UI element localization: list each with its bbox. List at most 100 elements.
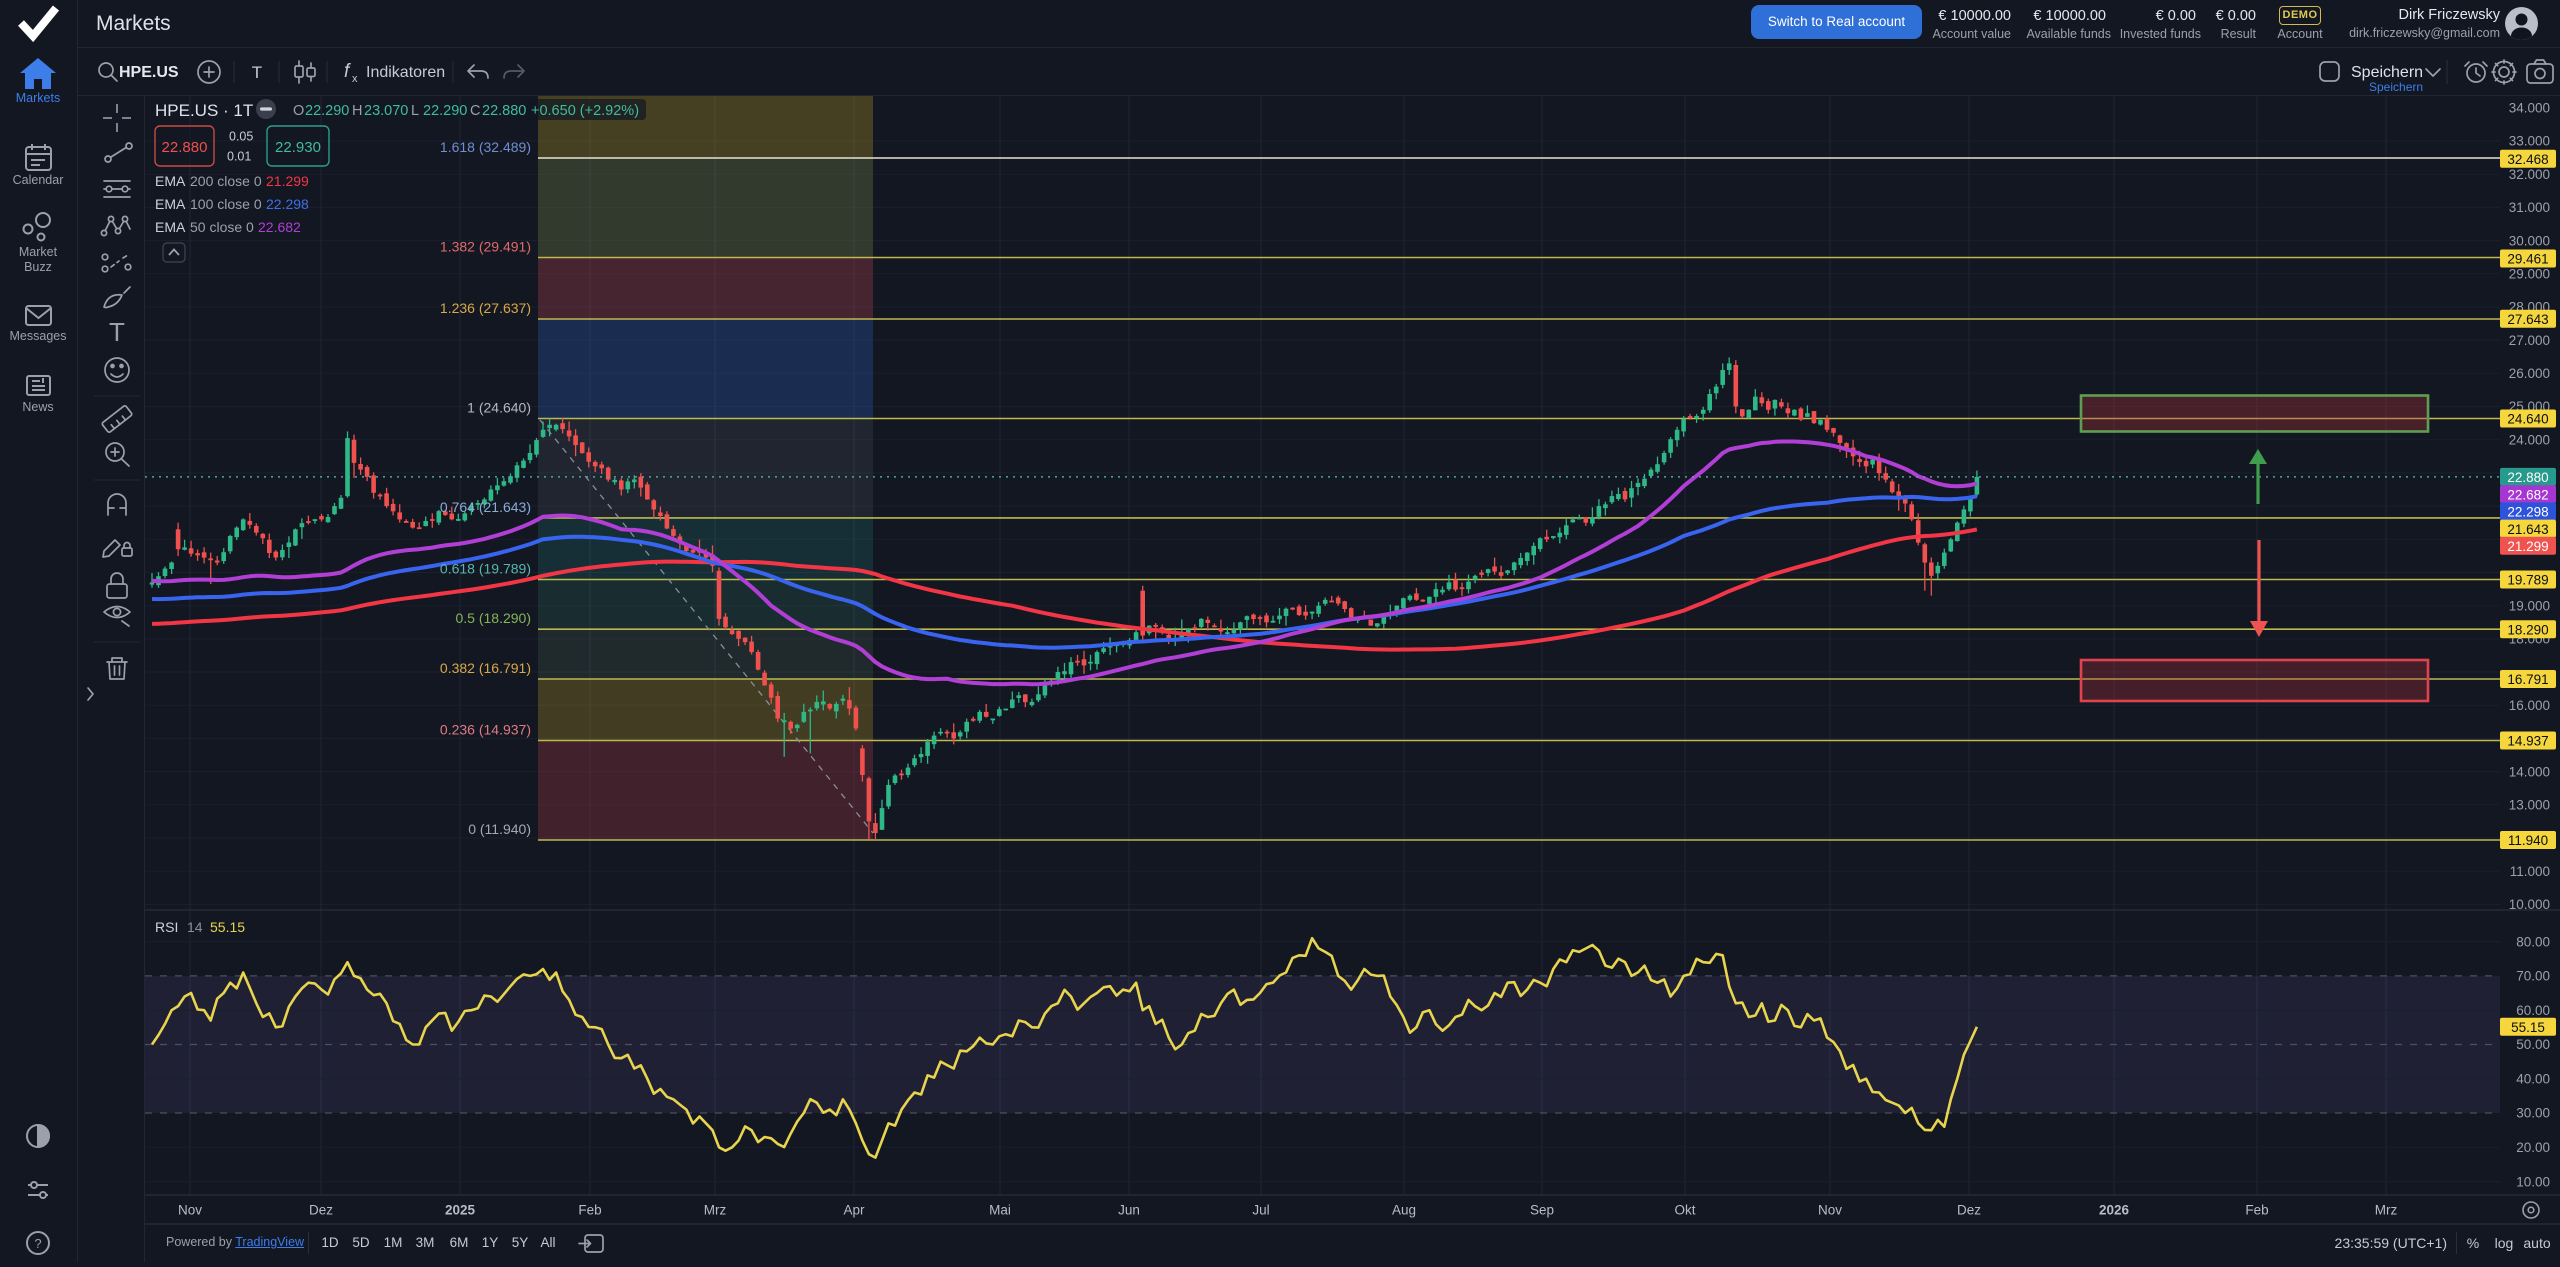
- svg-text:22.298: 22.298: [2507, 505, 2548, 520]
- svg-text:0 (11.940): 0 (11.940): [468, 821, 531, 837]
- svg-text:Markets: Markets: [16, 91, 60, 105]
- svg-text:Okt: Okt: [1674, 1203, 1695, 1218]
- svg-text:0.764 (21.643): 0.764 (21.643): [440, 499, 531, 515]
- svg-text:1.236 (27.637): 1.236 (27.637): [440, 300, 531, 316]
- svg-text:L: L: [411, 103, 419, 119]
- svg-text:16.000: 16.000: [2509, 698, 2550, 713]
- svg-text:Nov: Nov: [1818, 1203, 1842, 1218]
- svg-text:22.682: 22.682: [2507, 487, 2548, 502]
- svg-text:Dez: Dez: [1957, 1203, 1981, 1218]
- svg-text:Mai: Mai: [989, 1203, 1011, 1218]
- svg-text:22.880: 22.880: [2507, 470, 2548, 485]
- svg-text:HPE.US · 1T: HPE.US · 1T: [155, 101, 253, 120]
- svg-text:24.000: 24.000: [2509, 432, 2550, 447]
- svg-text:33.000: 33.000: [2509, 134, 2550, 149]
- svg-text:21.299: 21.299: [2507, 539, 2548, 554]
- svg-text:Speichern: Speichern: [2369, 80, 2423, 94]
- svg-text:C: C: [470, 103, 480, 119]
- svg-text:Feb: Feb: [2245, 1203, 2268, 1218]
- svg-text:22.682: 22.682: [258, 219, 301, 235]
- svg-text:O: O: [293, 103, 304, 119]
- svg-text:22.880: 22.880: [162, 139, 208, 156]
- svg-text:Jul: Jul: [1252, 1203, 1269, 1218]
- svg-text:T: T: [109, 317, 125, 347]
- svg-text:22.298: 22.298: [266, 196, 309, 212]
- svg-text:H: H: [352, 103, 362, 119]
- svg-text:?: ?: [34, 1236, 41, 1251]
- svg-text:30.000: 30.000: [2509, 233, 2550, 248]
- svg-text:0.382 (16.791): 0.382 (16.791): [440, 660, 531, 676]
- svg-text:22.880: 22.880: [482, 103, 526, 119]
- svg-text:100 close 0: 100 close 0: [190, 196, 262, 212]
- svg-text:200 close 0: 200 close 0: [190, 173, 262, 189]
- svg-text:29.461: 29.461: [2507, 252, 2548, 267]
- svg-text:14: 14: [187, 919, 203, 935]
- svg-text:2025: 2025: [445, 1203, 476, 1218]
- svg-text:50.00: 50.00: [2516, 1037, 2550, 1052]
- svg-text:+0.650 (+2.92%): +0.650 (+2.92%): [531, 103, 639, 119]
- svg-text:27.643: 27.643: [2507, 312, 2548, 327]
- svg-text:Speichern: Speichern: [2351, 64, 2423, 81]
- svg-text:14.000: 14.000: [2509, 764, 2550, 779]
- svg-text:HPE.US: HPE.US: [119, 64, 179, 81]
- svg-text:30.00: 30.00: [2516, 1106, 2550, 1121]
- svg-text:0.5 (18.290): 0.5 (18.290): [456, 610, 532, 626]
- svg-text:55.15: 55.15: [2511, 1020, 2545, 1035]
- svg-text:31.000: 31.000: [2509, 200, 2550, 215]
- svg-text:24.640: 24.640: [2507, 412, 2548, 427]
- svg-text:Mrz: Mrz: [704, 1203, 727, 1218]
- svg-text:50 close 0: 50 close 0: [190, 219, 254, 235]
- svg-text:Feb: Feb: [578, 1203, 601, 1218]
- svg-text:Messages: Messages: [10, 329, 67, 343]
- svg-text:Mrz: Mrz: [2375, 1203, 2398, 1218]
- svg-text:22.930: 22.930: [275, 139, 321, 156]
- svg-text:40.00: 40.00: [2516, 1071, 2550, 1086]
- svg-text:32.468: 32.468: [2507, 152, 2548, 167]
- svg-text:16.791: 16.791: [2507, 672, 2548, 687]
- svg-text:1 (24.640): 1 (24.640): [467, 399, 531, 415]
- svg-text:80.00: 80.00: [2516, 934, 2550, 949]
- svg-text:x: x: [352, 73, 358, 85]
- svg-text:f: f: [344, 61, 351, 82]
- svg-text:Dez: Dez: [309, 1203, 333, 1218]
- svg-text:EMA: EMA: [155, 196, 186, 212]
- svg-text:T: T: [252, 63, 262, 82]
- svg-text:0.618 (19.789): 0.618 (19.789): [440, 560, 531, 576]
- svg-text:Market: Market: [19, 245, 58, 259]
- svg-text:29.000: 29.000: [2509, 267, 2550, 282]
- svg-text:1.618 (32.489): 1.618 (32.489): [440, 139, 531, 155]
- svg-text:1.382 (29.491): 1.382 (29.491): [440, 238, 531, 254]
- svg-text:Nov: Nov: [178, 1203, 202, 1218]
- svg-text:11.940: 11.940: [2508, 833, 2548, 848]
- svg-text:34.000: 34.000: [2509, 101, 2550, 116]
- svg-text:0.01: 0.01: [227, 149, 251, 163]
- svg-text:Buzz: Buzz: [24, 260, 52, 274]
- svg-text:EMA: EMA: [155, 219, 186, 235]
- svg-text:14.937: 14.937: [2507, 734, 2548, 749]
- svg-text:21.299: 21.299: [266, 173, 309, 189]
- svg-text:Apr: Apr: [843, 1203, 865, 1218]
- svg-text:22.290: 22.290: [423, 103, 467, 119]
- svg-text:19.000: 19.000: [2509, 598, 2550, 613]
- svg-text:22.290: 22.290: [305, 103, 349, 119]
- svg-text:32.000: 32.000: [2509, 167, 2550, 182]
- svg-text:News: News: [22, 400, 53, 414]
- svg-text:27.000: 27.000: [2509, 333, 2550, 348]
- svg-text:0.236 (14.937): 0.236 (14.937): [440, 721, 531, 737]
- svg-text:70.00: 70.00: [2516, 969, 2550, 984]
- svg-text:Calendar: Calendar: [13, 173, 64, 187]
- svg-text:RSI: RSI: [155, 919, 178, 935]
- svg-text:Sep: Sep: [1530, 1203, 1554, 1218]
- svg-text:55.15: 55.15: [210, 919, 245, 935]
- svg-text:2026: 2026: [2099, 1203, 2130, 1218]
- svg-text:26.000: 26.000: [2509, 366, 2550, 381]
- svg-text:0.05: 0.05: [229, 129, 253, 143]
- svg-text:23.070: 23.070: [364, 103, 408, 119]
- svg-text:13.000: 13.000: [2509, 798, 2550, 813]
- svg-text:60.00: 60.00: [2516, 1003, 2550, 1018]
- svg-text:18.290: 18.290: [2507, 622, 2548, 637]
- svg-text:10.00: 10.00: [2516, 1174, 2550, 1189]
- svg-text:20.00: 20.00: [2516, 1140, 2550, 1155]
- svg-text:EMA: EMA: [155, 173, 186, 189]
- svg-text:19.789: 19.789: [2507, 573, 2548, 588]
